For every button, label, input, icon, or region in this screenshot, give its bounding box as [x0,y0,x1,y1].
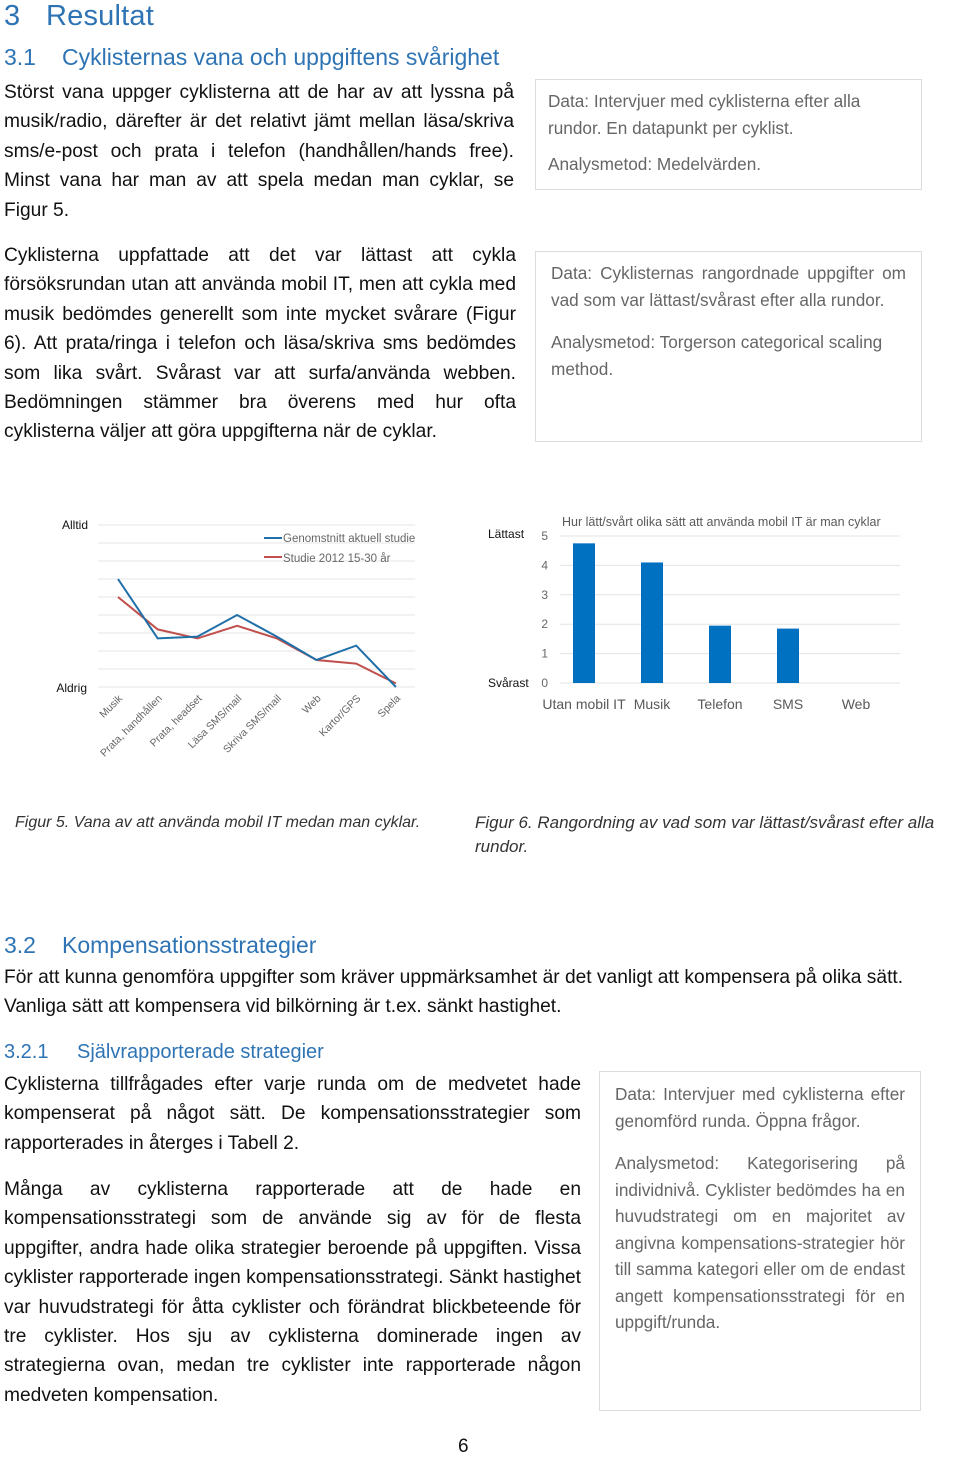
bar [709,625,731,683]
subsection-heading-3-1: 3.1 Cyklisternas vana och uppgiftens svår… [4,44,500,70]
paragraph-tillfragades: Cyklisterna tillfrågades efter varje run… [4,1074,581,1154]
legend-label-blue: Genomstnitt aktuell studie [283,533,415,545]
x-tick-label: Web [300,693,324,717]
method-box-3: Data: Intervjuer med cyklisterna efter g… [599,1071,921,1411]
figure-5-line-chart: Alltid Aldrig MusikPrata, handhållenPrat… [56,518,415,759]
chart-title: Hur lätt/svårt olika sätt att använda mo… [562,515,881,529]
x-tick-label: Utan mobil IT [542,696,626,712]
legend-label-red: Studie 2012 15-30 år [283,553,391,565]
page-number: 6 [458,1436,469,1457]
figure-5-caption: Figur 5. Vana av att använda mobil IT me… [15,814,421,831]
y-label-alltid: Alltid [62,518,88,532]
y-tick-label: 5 [541,529,548,543]
paragraph-kompensation-intro: För att kunna genomföra uppgifter som kr… [4,967,904,1018]
y-tick-label: 1 [541,647,548,661]
y-tick-label: 3 [541,588,548,602]
method-box-method: Analysmetod: Kategorisering på individni… [615,1153,905,1332]
section-heading-resultat: 3 Resultat [4,0,154,32]
method-box-1: Data: Intervjuer med cyklisterna efter a… [535,79,922,190]
x-tick-label: Spela [376,693,404,721]
bar [641,562,663,683]
y-tick-label: 0 [541,676,548,690]
method-box-data: Data: Intervjuer med cyklisterna efter g… [615,1084,905,1131]
y-side-label-svarast: Svårast [488,676,529,690]
subsection-heading-3-2: 3.2 Kompensationsstrategier [4,932,317,958]
method-box-data: Data: Intervjuer med cyklisterna efter a… [548,91,861,138]
method-box-method: Analysmetod: Torgerson categorical scali… [551,332,883,379]
series-line-studie-2012 [117,596,397,685]
bar [573,543,595,683]
y-side-label-lattast: Lättast [488,527,525,541]
figure-6-caption: Figur 6. Rangordning av vad som var lätt… [475,813,935,856]
method-box-data: Data: Cyklisternas rangordnade uppgifter… [551,263,906,310]
method-box-method: Analysmetod: Medelvärden. [548,154,762,174]
paragraph-manga: Många av cyklisterna rapporterade att de… [4,1179,582,1406]
paragraph-svarighet: Cyklisterna uppfattade att det var lätta… [4,245,516,443]
paragraph-vana: Störst vana uppger cyklisterna att de ha… [4,82,514,221]
x-tick-label: Musik [634,696,672,712]
x-tick-label: Telefon [697,696,742,712]
bar [777,628,799,683]
figure-6-bar-chart: Hur lätt/svårt olika sätt att använda mo… [488,515,900,712]
x-tick-label: Web [842,696,871,712]
y-label-aldrig: Aldrig [56,681,87,695]
x-tick-label: SMS [773,696,803,712]
subsubsection-heading-3-2-1: 3.2.1 Självrapporterade strategier [4,1041,324,1063]
y-tick-label: 2 [541,617,548,631]
legend: Genomstnitt aktuell studie Studie 2012 1… [264,533,415,565]
x-tick-label: Musik [97,692,125,720]
y-tick-label: 4 [541,558,548,572]
x-tick-label: Kartor/GPS [317,693,363,739]
method-box-2: Data: Cyklisternas rangordnade uppgifter… [535,251,922,442]
